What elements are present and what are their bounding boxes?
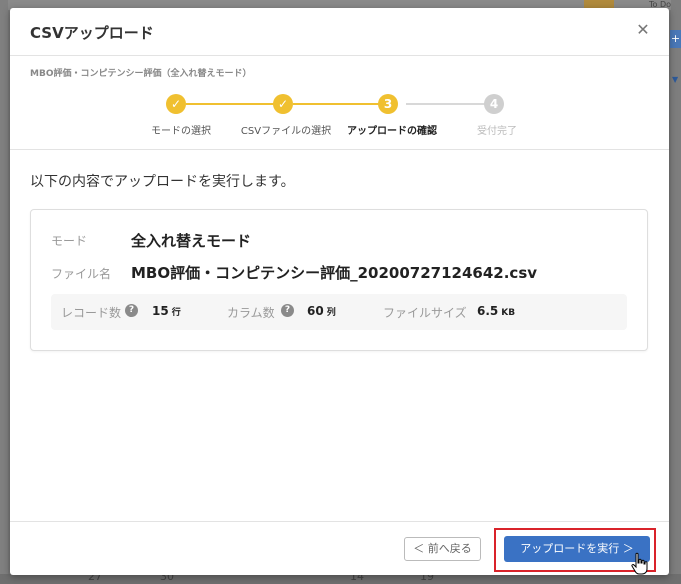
file-stats: レコード数 ? 15 行 カラム数 ? 60 列 ファイルサイズ 6.5 KB <box>51 294 627 330</box>
step-label: モードの選択 <box>151 126 211 137</box>
csv-upload-dialog: CSVアップロード ✕ MBO評価・コンピテンシー評価（全入れ替えモード） ✓ … <box>10 8 669 575</box>
close-icon[interactable]: ✕ <box>635 22 651 38</box>
columns-unit: 列 <box>326 308 336 318</box>
file-size-value: 6.5 KB <box>477 304 515 318</box>
file-name-label: ファイル名 <box>51 267 112 281</box>
help-icon[interactable]: ? <box>281 304 294 317</box>
step-label: CSVファイルの選択 <box>240 126 332 137</box>
execute-upload-button[interactable]: アップロードを実行 ＞ <box>504 536 650 562</box>
stepper-section: MBO評価・コンピテンシー評価（全入れ替えモード） ✓ ✓ 3 4 モードの選択… <box>10 56 669 150</box>
step-circle-pending: 4 <box>484 94 504 114</box>
breadcrumb: MBO評価・コンピテンシー評価（全入れ替えモード） <box>30 69 252 79</box>
columns-count: 60 <box>307 304 324 318</box>
background-left-edge <box>0 0 8 584</box>
columns-value: 60 列 <box>307 304 336 318</box>
background-bottom-strip: 27 30 14 19 <box>0 570 681 584</box>
dialog-body: 以下の内容でアップロードを実行します。 モード 全入れ替えモード ファイル名 M… <box>10 150 669 522</box>
columns-label: カラム数 <box>227 306 275 320</box>
mode-value: 全入れ替えモード <box>131 232 252 250</box>
records-value: 15 行 <box>152 304 181 318</box>
dialog-header: CSVアップロード ✕ <box>10 8 669 56</box>
chevron-down-icon: ▼ <box>672 75 679 84</box>
records-unit: 行 <box>171 308 181 318</box>
file-size-unit: KB <box>501 308 516 318</box>
upload-summary-card: モード 全入れ替えモード ファイル名 MBO評価・コンピテンシー評価_20200… <box>30 209 648 351</box>
step-connector <box>186 103 274 105</box>
check-icon: ✓ <box>166 94 186 114</box>
step-label-pending: 受付完了 <box>477 126 517 137</box>
dialog-title: CSVアップロード <box>30 24 154 42</box>
step-label-current: アップロードの確認 <box>347 126 437 137</box>
records-count: 15 <box>152 304 169 318</box>
file-name-value: MBO評価・コンピテンシー評価_20200727124642.csv <box>131 264 538 282</box>
intro-text: 以下の内容でアップロードを実行します。 <box>30 174 295 190</box>
records-label: レコード数 <box>61 306 122 320</box>
dialog-footer: ＜ 前へ戻る アップロードを実行 ＞ <box>10 521 669 575</box>
step-circle-current: 3 <box>378 94 398 114</box>
background-orange-badge <box>584 0 614 8</box>
back-button[interactable]: ＜ 前へ戻る <box>404 537 481 561</box>
progress-stepper: ✓ ✓ 3 4 モードの選択 CSVファイルの選択 アップロードの確認 受付完了 <box>10 94 669 144</box>
help-icon[interactable]: ? <box>125 304 138 317</box>
file-size-label: ファイルサイズ <box>383 306 467 320</box>
hand-pointer-icon <box>631 552 648 575</box>
mode-label: モード <box>51 234 88 248</box>
check-icon: ✓ <box>273 94 293 114</box>
background-plus-button: + <box>670 30 681 48</box>
step-connector <box>293 103 387 105</box>
step-connector <box>406 103 494 105</box>
background-right-edge <box>671 0 681 584</box>
file-size-number: 6.5 <box>477 304 499 318</box>
